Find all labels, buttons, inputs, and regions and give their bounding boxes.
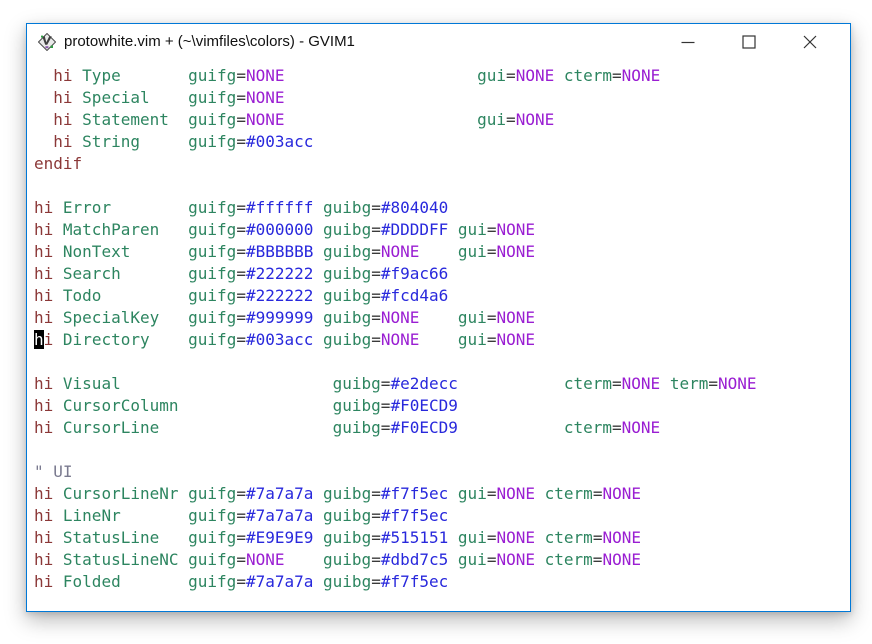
- maximize-button[interactable]: [718, 24, 779, 59]
- editor-line: hi Search guifg=#222222 guibg=#f9ac66: [34, 263, 850, 285]
- editor-line: hi Error guifg=#ffffff guibg=#804040: [34, 197, 850, 219]
- gvim-window: protowhite.vim + (~\vimfiles\colors) - G…: [26, 23, 851, 612]
- editor-line: hi Type guifg=NONE gui=NONE cterm=NONE: [34, 65, 850, 87]
- editor-line: [34, 351, 850, 373]
- maximize-icon: [742, 35, 756, 49]
- editor-line: hi StatusLineNC guifg=NONE guibg=#dbd7c5…: [34, 549, 850, 571]
- editor-line: " UI: [34, 461, 850, 483]
- editor-line: hi Statement guifg=NONE gui=NONE: [34, 109, 850, 131]
- close-button[interactable]: [779, 24, 840, 59]
- editor-line: hi CursorColumn guibg=#F0ECD9: [34, 395, 850, 417]
- editor-line: hi CursorLineNr guifg=#7a7a7a guibg=#f7f…: [34, 483, 850, 505]
- editor-line: hi String guifg=#003acc: [34, 131, 850, 153]
- editor-text[interactable]: hi Type guifg=NONE gui=NONE cterm=NONE h…: [27, 59, 850, 611]
- editor-line: [34, 175, 850, 197]
- titlebar[interactable]: protowhite.vim + (~\vimfiles\colors) - G…: [27, 24, 850, 59]
- editor-line: [34, 439, 850, 461]
- editor-line: hi CursorLine guibg=#F0ECD9 cterm=NONE: [34, 417, 850, 439]
- editor-line: hi Directory guifg=#003acc guibg=NONE gu…: [34, 329, 850, 351]
- caption-buttons: [657, 24, 840, 59]
- editor-line: hi Visual guibg=#e2decc cterm=NONE term=…: [34, 373, 850, 395]
- editor-line: hi MatchParen guifg=#000000 guibg=#DDDDF…: [34, 219, 850, 241]
- close-icon: [803, 35, 817, 49]
- minimize-button[interactable]: [657, 24, 718, 59]
- block-cursor: h: [34, 330, 44, 349]
- editor-line: hi StatusLine guifg=#E9E9E9 guibg=#51515…: [34, 527, 850, 549]
- editor-line: hi LineNr guifg=#7a7a7a guibg=#f7f5ec: [34, 505, 850, 527]
- minimize-icon: [681, 35, 695, 49]
- editor-line: hi NonText guifg=#BBBBBB guibg=NONE gui=…: [34, 241, 850, 263]
- window-title: protowhite.vim + (~\vimfiles\colors) - G…: [64, 33, 657, 50]
- vim-logo-icon: [38, 33, 56, 51]
- editor-line: hi SpecialKey guifg=#999999 guibg=NONE g…: [34, 307, 850, 329]
- editor-line: hi Special guifg=NONE: [34, 87, 850, 109]
- editor-line: hi Folded guifg=#7a7a7a guibg=#f7f5ec: [34, 571, 850, 593]
- editor-line: endif: [34, 153, 850, 175]
- editor-line: hi Todo guifg=#222222 guibg=#fcd4a6: [34, 285, 850, 307]
